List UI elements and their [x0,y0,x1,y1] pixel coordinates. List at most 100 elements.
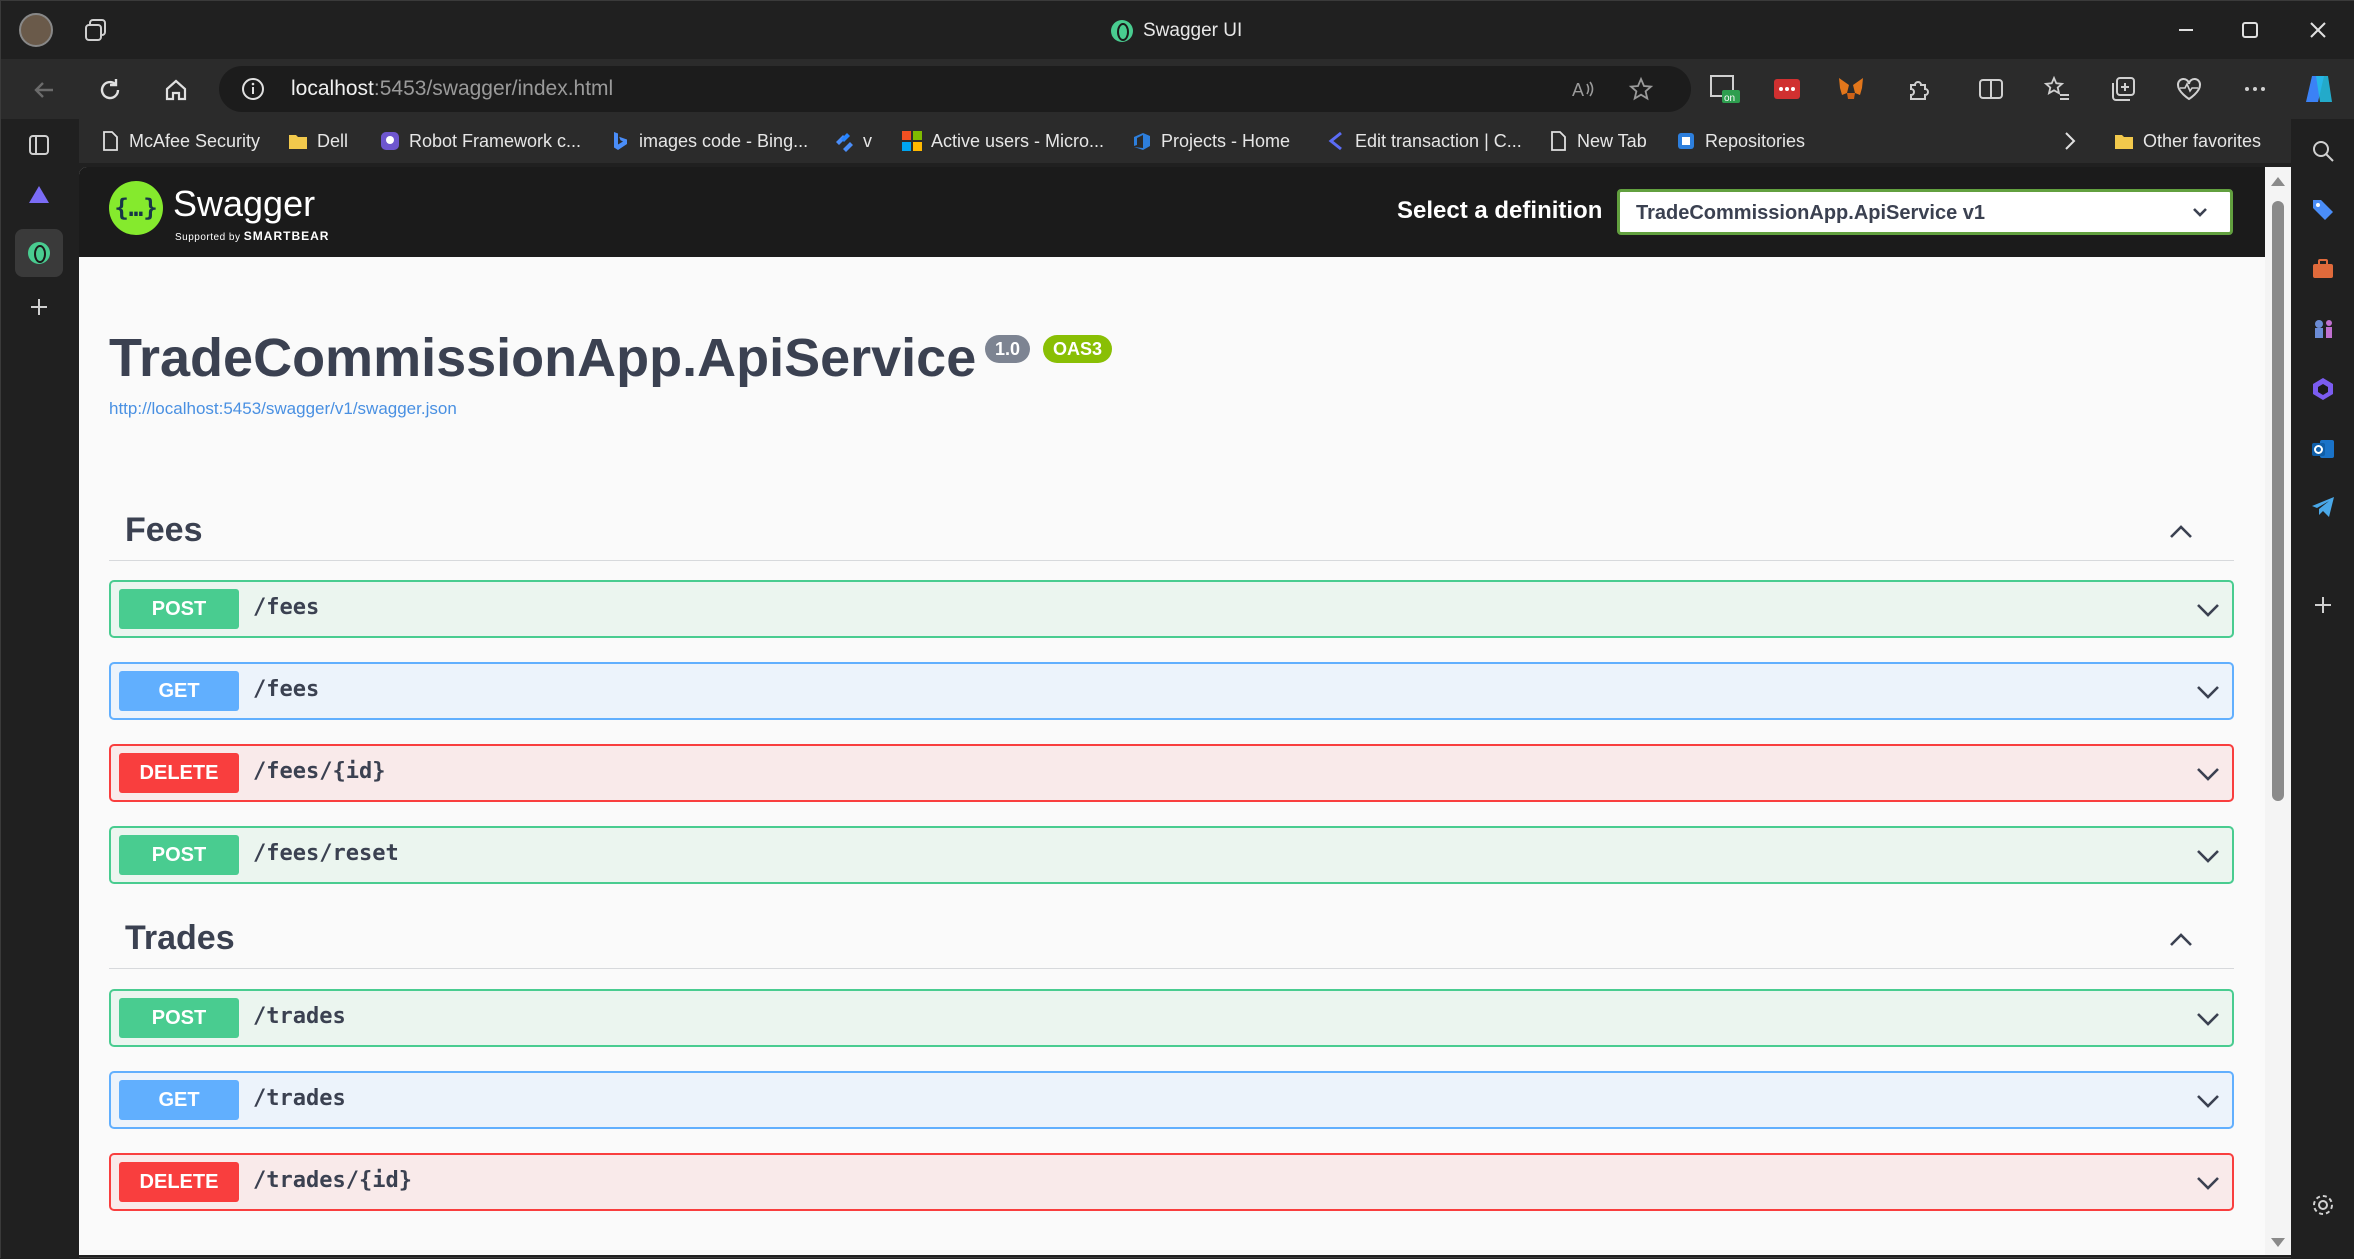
definition-label: Select a definition [1397,197,1603,224]
copilot-icon[interactable] [2301,71,2337,107]
browser-window: Swagger UI localhost:5453/swagger/index.… [0,0,2354,1259]
tab-swagger-active[interactable] [15,229,63,277]
svg-text:A: A [1572,80,1584,100]
metamask-icon[interactable] [1833,71,1869,107]
refresh-button[interactable] [93,73,127,107]
more-menu-icon[interactable] [2237,71,2273,107]
favorite-item[interactable]: Dell [287,128,348,154]
scrollbar-thumb[interactable] [2272,201,2284,801]
operation-path: /fees [253,595,320,620]
navigation-toolbar: localhost:5453/swagger/index.html A on [1,59,2354,119]
tab-actions-icon[interactable] [83,17,109,43]
chevron-down-icon[interactable] [2194,1169,2222,1197]
azure-devops-icon [1131,130,1153,152]
back-button[interactable] [27,73,61,107]
tag-section-trades[interactable]: Trades [109,907,2234,969]
tools-briefcase-icon[interactable] [2307,253,2339,285]
favorite-item[interactable]: v [833,128,872,154]
outlook-icon[interactable] [2307,433,2339,465]
favorite-item[interactable]: Repositories [1675,128,1805,154]
chevron-up-icon[interactable] [2166,517,2196,547]
add-sidebar-app-icon[interactable] [2307,589,2339,621]
definition-value: TradeCommissionApp.ApiService v1 [1636,202,1986,224]
favorites-overflow-chevron-icon[interactable] [2061,128,2079,154]
close-button[interactable] [2295,13,2341,47]
tag-section-fees[interactable]: Fees [109,499,2234,561]
minimize-button[interactable] [2163,13,2209,47]
extension-on-icon[interactable]: on [1707,71,1743,107]
sidebar-settings-gear-icon[interactable] [2307,1189,2339,1221]
swagger-logo-icon[interactable]: {…} [109,181,163,235]
method-badge: GET [119,1080,239,1120]
collections-icon[interactable] [2105,71,2141,107]
swagger-topbar: {…} Swagger Supported by SMARTBEAR Selec… [79,167,2265,257]
operation-post-fees-reset[interactable]: POST /fees/reset [109,826,2234,884]
swagger-tab-icon [28,242,50,264]
scroll-up-arrow-icon[interactable] [2271,177,2285,186]
jira-icon [833,130,855,152]
favorite-label: v [863,130,872,151]
extensions-icon[interactable] [1901,71,1937,107]
operation-path: /fees [253,677,320,702]
spec-url-link[interactable]: http://localhost:5453/swagger/v1/swagger… [109,399,457,419]
favorite-item[interactable]: Projects - Home [1131,128,1290,154]
chevron-down-icon[interactable] [2194,596,2222,624]
favorite-label: images code - Bing... [639,130,809,151]
chevron-down-icon[interactable] [2194,1087,2222,1115]
games-icon[interactable] [2307,313,2339,345]
extension-red-icon[interactable] [1769,71,1805,107]
tab-list-icon[interactable] [21,127,57,163]
favorite-item[interactable]: Edit transaction | C... [1325,128,1522,154]
read-aloud-icon[interactable]: A [1565,71,1601,107]
favorite-item[interactable]: McAfee Security [99,128,260,154]
home-button[interactable] [159,73,193,107]
favorite-item[interactable]: images code - Bing... [609,128,808,154]
tag-title: Fees [125,511,203,549]
operation-get-fees[interactable]: GET /fees [109,662,2234,720]
operation-get-trades[interactable]: GET /trades [109,1071,2234,1129]
chevron-down-icon[interactable] [2194,1005,2222,1033]
operation-path: /fees/reset [253,841,399,866]
definition-select[interactable]: TradeCommissionApp.ApiService v1 [1617,189,2233,235]
search-icon[interactable] [2307,135,2339,167]
favorite-item[interactable]: Active users - Micro... [901,128,1104,154]
favorites-icon[interactable] [2039,71,2075,107]
chevron-down-icon[interactable] [2194,760,2222,788]
favorite-label: McAfee Security [129,130,261,151]
favorite-label: New Tab [1577,130,1647,151]
method-badge: DELETE [119,1162,239,1202]
operation-delete-trade[interactable]: DELETE /trades/{id} [109,1153,2234,1211]
browser-essentials-icon[interactable] [2171,71,2207,107]
operation-post-trades[interactable]: POST /trades [109,989,2234,1047]
favorite-item[interactable]: Other favorites [2113,128,2261,154]
title-bar: Swagger UI [1,1,2354,59]
scroll-down-arrow-icon[interactable] [2271,1238,2285,1247]
address-bar[interactable]: localhost:5453/swagger/index.html A [219,66,1691,112]
vertical-sidebar-left [1,119,79,1259]
operation-post-fees[interactable]: POST /fees [109,580,2234,638]
swagger-supported-by: Supported by SMARTBEAR [175,229,329,243]
tab-favicon-triangle-icon[interactable] [21,177,57,213]
shopping-tag-icon[interactable] [2307,193,2339,225]
microsoft-365-icon[interactable] [2307,373,2339,405]
url-text[interactable]: localhost:5453/swagger/index.html [291,77,613,101]
favorite-label: Other favorites [2143,130,2262,151]
new-tab-icon[interactable] [21,289,57,325]
operation-path: /trades [253,1004,346,1029]
favorite-label: Active users - Micro... [931,130,1105,151]
page-scrollbar[interactable] [2265,167,2291,1255]
chevron-up-icon[interactable] [2166,925,2196,955]
telegram-send-icon[interactable] [2307,491,2339,523]
site-info-icon[interactable] [241,77,265,101]
chevron-down-icon[interactable] [2194,842,2222,870]
chevron-down-icon[interactable] [2194,678,2222,706]
operation-delete-fee[interactable]: DELETE /fees/{id} [109,744,2234,802]
favorite-item[interactable]: Robot Framework c... [379,128,581,154]
maximize-button[interactable] [2227,13,2273,47]
profile-avatar[interactable] [19,13,53,47]
svg-text:on: on [1724,93,1735,104]
swagger-brand: Swagger [173,183,316,224]
favorite-star-icon[interactable] [1623,71,1659,107]
split-screen-icon[interactable] [1973,71,2009,107]
favorite-item[interactable]: New Tab [1547,128,1647,154]
